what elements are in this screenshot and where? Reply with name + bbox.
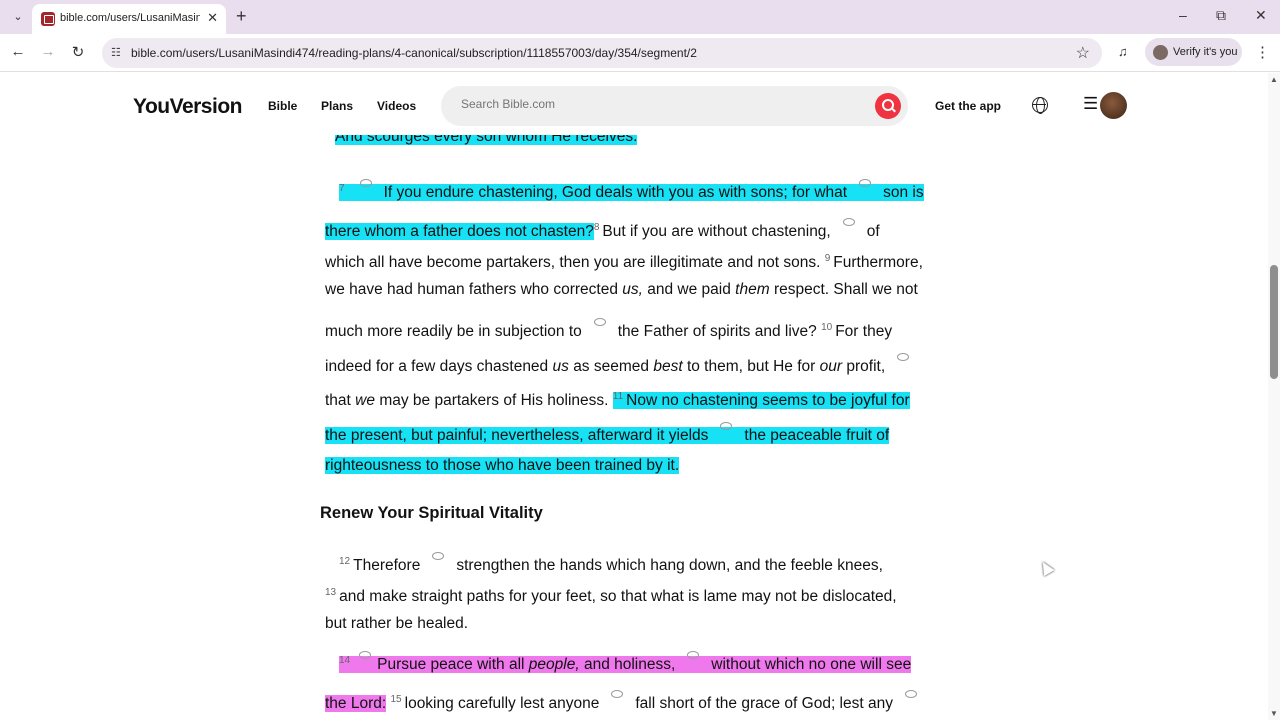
note-icon[interactable]	[842, 218, 855, 227]
verse-line[interactable]: the Lord: 15 looking carefully lest anyon…	[325, 690, 929, 714]
search-icon[interactable]	[875, 93, 901, 119]
verse-text: For they	[835, 323, 893, 341]
menu-icon[interactable]: ☰	[1083, 94, 1098, 114]
verse-text: we have had human fathers who corrected	[325, 281, 618, 298]
verse-text: but rather be healed.	[325, 615, 469, 632]
note-icon[interactable]	[897, 353, 910, 361]
verse-text: son is	[883, 184, 924, 202]
note-icon[interactable]	[720, 422, 733, 430]
verse-line[interactable]: 14 Pursue peace with all people, and holi…	[339, 651, 912, 675]
verse-text: Pursue peace with all	[377, 656, 525, 674]
verse-line[interactable]: much more readily be in subjection to the…	[325, 318, 892, 342]
verse-text: If you endure chastening, God deals with…	[383, 184, 848, 202]
nav-videos[interactable]: Videos	[377, 99, 416, 113]
verse-line[interactable]: 13 and make straight paths for your feet,…	[325, 583, 897, 607]
verse-text: Therefore	[353, 557, 421, 575]
note-icon[interactable]	[432, 552, 445, 561]
verse-line[interactable]: we have had human fathers who corrected …	[325, 280, 918, 300]
page-scrollbar[interactable]: ▲ ▼	[1268, 73, 1280, 720]
search-input[interactable]	[461, 97, 861, 111]
verse-text: and holiness,	[583, 656, 676, 674]
verse-text: the present, but painful; nevertheless, …	[325, 427, 709, 444]
verse-number: 15	[390, 694, 402, 705]
verse-text: of	[866, 223, 880, 241]
nav-bible[interactable]: Bible	[268, 99, 297, 113]
verse-text: may be partakers of His holiness.	[379, 392, 609, 410]
verse-text: there whom a father does not chasten?	[325, 223, 594, 241]
verse-text: Now no chastening seems to be joyful for	[626, 392, 910, 410]
verse-text: as seemed	[573, 358, 650, 375]
note-icon[interactable]	[687, 651, 700, 660]
note-icon[interactable]	[359, 651, 372, 660]
verse-number: 11	[612, 391, 624, 402]
verse-text: to them, but He for	[686, 358, 816, 375]
verse-text: respect. Shall we not	[773, 281, 918, 298]
verse-text: Furthermore,	[833, 254, 923, 272]
verse-line[interactable]: but rather be healed.	[325, 614, 468, 634]
verse-text: righteousness to those who have been tra…	[325, 457, 680, 474]
verse-text: and we paid	[647, 281, 731, 298]
italic-word: our	[819, 358, 843, 375]
verse-number: 13	[325, 587, 337, 598]
scrollbar-thumb[interactable]	[1270, 265, 1278, 379]
verse-text: and make straight paths for your feet, s…	[339, 588, 897, 606]
profile-avatar[interactable]	[1100, 92, 1127, 119]
verse-line[interactable]: righteousness to those who have been tra…	[325, 456, 680, 476]
verse-number: 9	[824, 253, 831, 264]
get-app-link[interactable]: Get the app	[935, 99, 1001, 113]
site-logo[interactable]: YouVersion	[133, 95, 242, 119]
verse-text: that	[325, 392, 351, 410]
verse-number: 8	[593, 222, 600, 233]
verse-text: looking carefully lest anyone	[404, 695, 600, 713]
verse-line[interactable]: indeed for a few days chastened us as se…	[325, 353, 921, 377]
verse-line[interactable]: there whom a father does not chasten?8 Bu…	[325, 218, 880, 242]
verse-number: 10	[821, 322, 833, 333]
scroll-down-icon[interactable]: ▼	[1270, 709, 1278, 718]
verse-text: the Lord:	[325, 695, 387, 713]
verse-text: which all have become partakers, then yo…	[325, 254, 821, 272]
note-icon[interactable]	[859, 179, 872, 188]
verse-number: 7	[339, 183, 345, 194]
italic-word: us	[552, 358, 569, 375]
verse-text: much more readily be in subjection to	[325, 323, 582, 341]
verse-line[interactable]: which all have become partakers, then yo…	[325, 249, 923, 273]
verse-text: the Father of spirits and live?	[617, 323, 817, 341]
scroll-up-icon[interactable]: ▲	[1270, 75, 1278, 84]
verse-number: 12	[339, 556, 351, 567]
note-icon[interactable]	[593, 318, 606, 327]
verse-text: But if you are without chastening,	[602, 223, 831, 241]
nav-plans[interactable]: Plans	[321, 99, 353, 113]
verse-number: 14	[339, 655, 351, 666]
note-icon[interactable]	[611, 690, 624, 699]
italic-word: them	[735, 281, 770, 298]
section-heading: Renew Your Spiritual Vitality	[320, 504, 543, 522]
italic-word: we	[355, 392, 375, 410]
site-header: YouVersion Bible Plans Videos Get the ap…	[0, 73, 1268, 135]
verse-line[interactable]: 7 If you endure chastening, God deals wit…	[339, 179, 924, 203]
verse-text: the peaceable fruit of	[744, 427, 890, 444]
globe-icon[interactable]	[1032, 97, 1048, 114]
italic-word: best	[653, 358, 683, 375]
italic-word: people,	[528, 656, 580, 674]
italic-word: us,	[622, 281, 643, 298]
verse-text: strengthen the hands which hang down, an…	[456, 557, 883, 575]
verse-line[interactable]: 12 Therefore strengthen the hands which ha…	[339, 552, 883, 576]
note-icon[interactable]	[904, 690, 917, 699]
verse-line[interactable]: that we may be partakers of His holiness…	[325, 387, 910, 411]
verse-text: fall short of the grace of God; lest any	[635, 695, 893, 713]
verse-line[interactable]: the present, but painful; nevertheless, …	[325, 422, 890, 446]
verse-text: profit,	[846, 358, 886, 375]
note-icon[interactable]	[359, 179, 372, 188]
verse-text: without which no one will see	[711, 656, 912, 674]
verse-text: indeed for a few days chastened	[325, 358, 549, 375]
search-bar	[441, 86, 908, 126]
